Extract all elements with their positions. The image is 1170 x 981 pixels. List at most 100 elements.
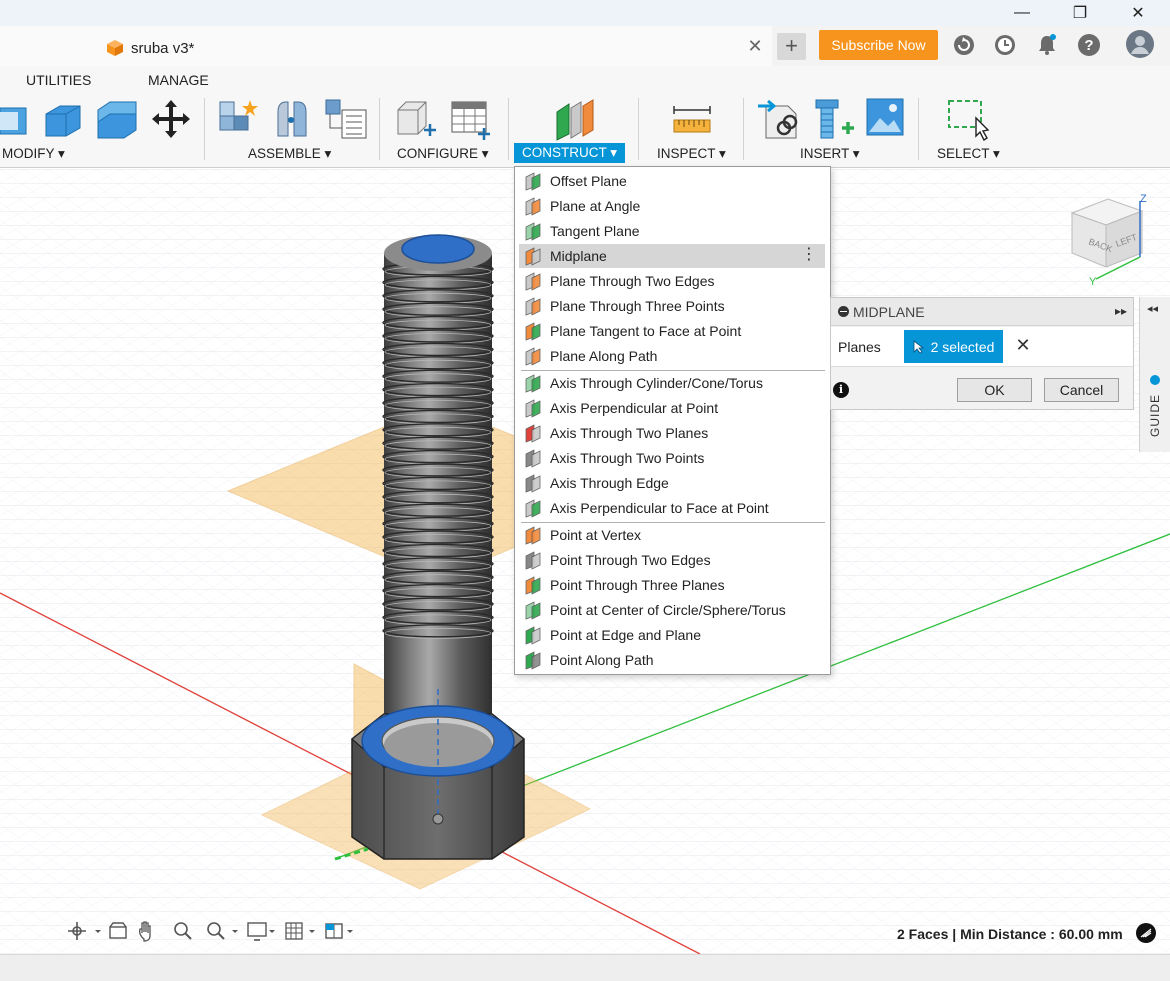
status-bar: [0, 954, 1170, 981]
job-status-clock-icon[interactable]: [992, 32, 1018, 58]
tab-manage[interactable]: MANAGE: [148, 72, 209, 88]
menu-item-label: Point at Vertex: [550, 527, 642, 543]
look-at-icon[interactable]: [109, 922, 127, 939]
shell-icon[interactable]: [96, 98, 138, 140]
configure-menu[interactable]: CONFIGURE ▾: [397, 146, 489, 162]
pan-hand-icon[interactable]: [138, 921, 151, 942]
menu-item-label: Point Along Path: [550, 652, 654, 668]
menu-item-label: Axis Perpendicular to Face at Point: [550, 500, 769, 516]
zoom-icon[interactable]: [174, 922, 192, 940]
menu-item-label: Midplane: [550, 248, 607, 264]
tangent-plane-icon: [525, 222, 541, 241]
menu-item-plane-along-path[interactable]: Plane Along Path: [519, 344, 825, 368]
menu-item-axis-perpendicular-face[interactable]: Axis Perpendicular to Face at Point: [519, 496, 825, 520]
axis-edge-icon: [525, 474, 541, 493]
menu-item-point-two-edges[interactable]: Point Through Two Edges: [519, 548, 825, 572]
document-title: sruba v3*: [131, 40, 195, 57]
menu-item-point-along-path[interactable]: Point Along Path: [519, 648, 825, 672]
menu-item-axis-cylinder[interactable]: Axis Through Cylinder/Cone/Torus: [519, 371, 825, 395]
plane-at-angle-icon: [525, 197, 541, 216]
zoom-window-icon[interactable]: [207, 922, 238, 940]
insert-menu[interactable]: INSERT ▾: [800, 146, 860, 162]
maximize-button[interactable]: ❐: [1057, 0, 1103, 26]
insert-derive-icon[interactable]: [758, 98, 802, 142]
construct-planes-icon[interactable]: [553, 98, 597, 142]
minimize-button[interactable]: —: [999, 0, 1045, 26]
insert-canvas-image-icon[interactable]: [866, 98, 904, 136]
menu-item-point-edge-plane[interactable]: Point at Edge and Plane: [519, 623, 825, 647]
menu-item-label: Plane Tangent to Face at Point: [550, 323, 742, 339]
axis-perpendicular-point-icon: [525, 399, 541, 418]
document-tab-bar: sruba v3* ✕ + Subscribe Now ?: [0, 26, 1170, 66]
menu-item-point-vertex[interactable]: Point at Vertex: [519, 523, 825, 547]
expand-dialog-icon[interactable]: ▸▸: [1115, 304, 1127, 318]
ok-button[interactable]: OK: [957, 378, 1032, 402]
menu-item-offset-plane[interactable]: Offset Plane: [519, 169, 825, 193]
toolbar: MODIFY ▾ ASSEMBLE ▾ CONFIGURE ▾ CONSTRUC…: [0, 92, 1170, 168]
design-cube-icon: [107, 40, 123, 56]
notifications-bell-icon[interactable]: [1034, 32, 1060, 58]
tab-utilities[interactable]: UTILITIES: [26, 72, 91, 88]
construct-menu[interactable]: CONSTRUCT ▾: [514, 143, 626, 163]
select-menu[interactable]: SELECT ▾: [937, 146, 1000, 162]
extensions-icon[interactable]: [951, 32, 977, 58]
planes-selection-button[interactable]: 2 selected: [904, 330, 1003, 363]
bill-of-materials-icon[interactable]: [324, 98, 368, 140]
menu-item-axis-edge[interactable]: Axis Through Edge: [519, 471, 825, 495]
point-three-planes-icon: [525, 576, 541, 595]
collapse-dialog-icon[interactable]: [838, 306, 849, 317]
configuration-table-icon[interactable]: [448, 98, 492, 142]
fillet-icon[interactable]: [42, 98, 84, 140]
axis-cylinder-icon: [525, 374, 541, 393]
toolbar-separator: [918, 98, 919, 160]
menu-item-axis-perpendicular-point[interactable]: Axis Perpendicular at Point: [519, 396, 825, 420]
measure-icon[interactable]: [672, 98, 712, 140]
toolbar-separator: [638, 98, 639, 160]
new-tab-button[interactable]: +: [777, 33, 806, 60]
midplane-icon: [525, 247, 541, 266]
user-avatar[interactable]: [1125, 29, 1155, 59]
autodesk-feedback-icon[interactable]: [1135, 922, 1157, 944]
more-options-icon[interactable]: ⋮: [801, 247, 817, 263]
window-select-icon[interactable]: [946, 98, 990, 142]
workspace-tabs: UTILITIES MANAGE: [0, 66, 1170, 92]
joint-icon[interactable]: [272, 98, 312, 140]
collapse-guide-icon[interactable]: ◂◂: [1147, 302, 1158, 315]
menu-item-tangent-plane[interactable]: Tangent Plane: [519, 219, 825, 243]
menu-item-plane-three-points[interactable]: Plane Through Three Points: [519, 294, 825, 318]
plane-tangent-face-icon: [525, 322, 541, 341]
orbit-icon[interactable]: [68, 922, 101, 940]
insert-mcmaster-bolt-icon[interactable]: [814, 98, 856, 142]
move-copy-icon[interactable]: [150, 98, 192, 140]
menu-item-label: Point at Center of Circle/Sphere/Torus: [550, 602, 786, 618]
toolbar-separator: [204, 98, 205, 160]
new-component-icon[interactable]: [216, 98, 260, 140]
menu-item-midplane[interactable]: Midplane ⋮: [519, 244, 825, 268]
menu-item-label: Point at Edge and Plane: [550, 627, 702, 643]
menu-item-plane-tangent-face[interactable]: Plane Tangent to Face at Point: [519, 319, 825, 343]
menu-item-plane-at-angle[interactable]: Plane at Angle: [519, 194, 825, 218]
info-icon[interactable]: i: [833, 382, 849, 398]
construct-dropdown-menu: Offset Plane Plane at Angle Tangent Plane M…: [514, 166, 831, 675]
menu-item-plane-two-edges[interactable]: Plane Through Two Edges: [519, 269, 825, 293]
display-settings-icon[interactable]: [247, 922, 275, 941]
document-tab[interactable]: sruba v3* ✕: [0, 26, 772, 66]
close-tab-icon[interactable]: ✕: [745, 36, 765, 56]
press-pull-icon[interactable]: [0, 98, 32, 140]
subscribe-button[interactable]: Subscribe Now: [819, 30, 938, 60]
modify-menu[interactable]: MODIFY ▾: [2, 146, 65, 162]
cancel-button[interactable]: Cancel: [1044, 378, 1119, 402]
inspect-menu[interactable]: INSPECT ▾: [657, 146, 726, 162]
menu-item-point-three-planes[interactable]: Point Through Three Planes: [519, 573, 825, 597]
close-window-button[interactable]: ✕: [1115, 0, 1161, 26]
assemble-menu[interactable]: ASSEMBLE ▾: [248, 146, 331, 162]
menu-item-axis-two-planes[interactable]: Axis Through Two Planes: [519, 421, 825, 445]
guide-panel[interactable]: ◂◂ GUIDE: [1139, 297, 1170, 452]
menu-item-point-center[interactable]: Point at Center of Circle/Sphere/Torus: [519, 598, 825, 622]
configuration-icon[interactable]: [394, 98, 438, 142]
grid-settings-icon[interactable]: [285, 922, 315, 940]
viewports-icon[interactable]: [325, 923, 353, 939]
help-icon[interactable]: ?: [1076, 32, 1102, 58]
menu-item-axis-two-points[interactable]: Axis Through Two Points: [519, 446, 825, 470]
clear-selection-icon[interactable]: ✕: [1013, 335, 1033, 355]
